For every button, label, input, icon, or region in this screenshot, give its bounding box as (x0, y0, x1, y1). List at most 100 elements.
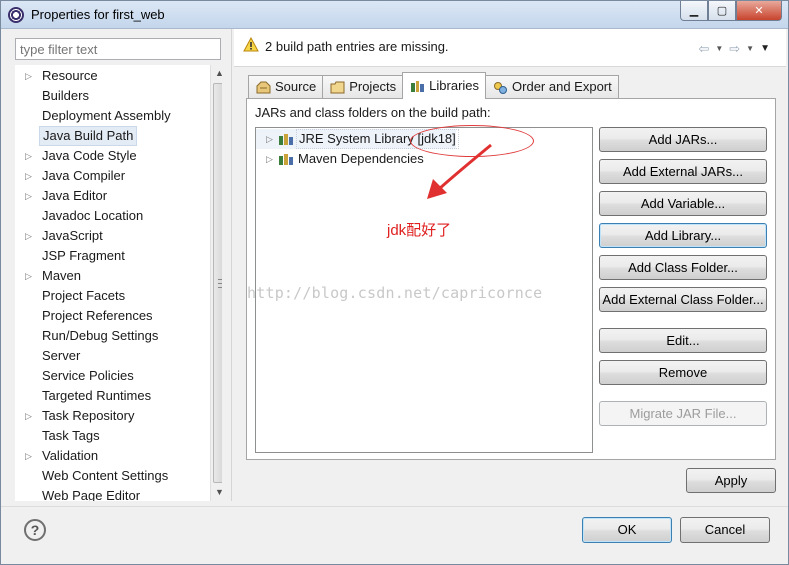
expand-arrow-icon[interactable]: ▷ (25, 446, 35, 466)
expand-arrow-icon[interactable]: ▷ (25, 146, 35, 166)
tree-item[interactable]: Server (15, 346, 207, 366)
add-external-class-folder-button[interactable]: Add External Class Folder... (599, 287, 767, 312)
add-class-folder-button[interactable]: Add Class Folder... (599, 255, 767, 280)
tree-item[interactable]: ▷ Java Compiler (15, 166, 207, 186)
tree-item[interactable]: JSP Fragment (15, 246, 207, 266)
window-title: Properties for first_web (31, 7, 165, 22)
tree-item-label: Web Content Settings (42, 468, 169, 483)
tree-item[interactable]: Targeted Runtimes (15, 386, 207, 406)
tab-order-and-export[interactable]: Order and Export (485, 75, 619, 99)
tree-item-label: Run/Debug Settings (42, 328, 159, 343)
order-export-icon (494, 82, 508, 94)
tree-item-label: Service Policies (42, 368, 134, 383)
tree-item[interactable]: ▷ Validation (15, 446, 207, 466)
filter-input[interactable] (15, 38, 221, 60)
properties-dialog: Properties for first_web ▁ ▢ ✕ Web Page … (0, 0, 789, 565)
cancel-button[interactable]: Cancel (680, 517, 770, 543)
library-entry-maven[interactable]: ▷ Maven Dependencies (256, 149, 436, 169)
back-dropdown-icon[interactable]: ▼ (715, 44, 723, 57)
expand-arrow-icon[interactable]: ▷ (25, 186, 35, 206)
build-path-tabs: Source Projects Libraries Order and Expo… (248, 72, 619, 99)
library-entry-label: Maven Dependencies (298, 151, 424, 166)
tree-item-label: Project References (42, 308, 153, 323)
expand-arrow-icon[interactable]: ▷ (25, 406, 35, 426)
message-bar: 2 build path entries are missing. ⇦ ▼ ⇨ … (234, 29, 786, 67)
tree-item-label: Resource (42, 68, 98, 83)
expand-arrow-icon[interactable]: ▷ (266, 149, 273, 169)
library-icon (279, 154, 293, 165)
close-button[interactable]: ✕ (736, 1, 782, 21)
tree-item[interactable]: ▷ Task Repository (15, 406, 207, 426)
tree-item[interactable]: Builders (15, 86, 207, 106)
annotation-text: jdk配好了 (387, 222, 452, 239)
tree-item-label: Deployment Assembly (42, 108, 171, 123)
tree-item[interactable]: ▷ JavaScript (15, 226, 207, 246)
property-page-tree: Web Page Editor Web Content Settings ▷ Vali… (15, 65, 222, 501)
tree-item-label: JSP Fragment (42, 248, 125, 263)
tree-item-label: Project Facets (42, 288, 126, 303)
message-text: 2 build path entries are missing. (265, 39, 449, 54)
tree-item[interactable]: Project Facets (15, 286, 207, 306)
title-bar: Properties for first_web ▁ ▢ ✕ (1, 1, 788, 29)
scroll-down-arrow-icon[interactable]: ▼ (211, 484, 222, 501)
scroll-thumb[interactable] (213, 83, 222, 483)
tree-item[interactable]: Java Build Path (15, 126, 207, 146)
tab-projects[interactable]: Projects (322, 75, 404, 99)
expand-arrow-icon[interactable]: ▷ (25, 266, 35, 286)
tree-item[interactable]: Web Content Settings (15, 466, 207, 486)
tree-item[interactable]: ▷ Java Code Style (15, 146, 207, 166)
forward-dropdown-icon[interactable]: ▼ (746, 44, 754, 57)
tree-item-label: Targeted Runtimes (42, 388, 152, 403)
libraries-icon (411, 81, 425, 92)
tree-item[interactable]: Javadoc Location (15, 206, 207, 226)
expand-arrow-icon[interactable]: ▷ (25, 226, 35, 246)
tree-item-label: Builders (42, 88, 89, 103)
migrate-jar-button: Migrate JAR File... (599, 401, 767, 426)
add-jars-button[interactable]: Add JARs... (599, 127, 767, 152)
expand-arrow-icon[interactable]: ▷ (266, 129, 273, 149)
apply-button[interactable]: Apply (686, 468, 776, 493)
splitter[interactable] (231, 29, 232, 501)
tree-item-label: Javadoc Location (42, 208, 144, 223)
tree-item[interactable]: Task Tags (15, 426, 207, 446)
tree-item-label: Task Repository (42, 408, 135, 423)
tree-item-label: Validation (42, 448, 99, 463)
tree-scrollbar[interactable]: ▲ ▼ (210, 65, 222, 501)
remove-button[interactable]: Remove (599, 360, 767, 385)
tree-item-label: Server (42, 348, 81, 363)
eclipse-icon (8, 7, 24, 23)
projects-icon (330, 81, 345, 94)
tree-item[interactable]: Service Policies (15, 366, 207, 386)
navigation-panel: Web Page Editor Web Content Settings ▷ Vali… (10, 35, 225, 503)
tree-item[interactable]: Run/Debug Settings (15, 326, 207, 346)
forward-arrow-icon[interactable]: ⇨ (729, 41, 740, 57)
add-library-button[interactable]: Add Library... (599, 223, 767, 248)
add-variable-button[interactable]: Add Variable... (599, 191, 767, 216)
warning-icon (243, 37, 259, 52)
tree-item-label: Maven (42, 268, 82, 283)
help-icon[interactable]: ? (24, 519, 46, 541)
tree-item[interactable]: ▷ Maven (15, 266, 207, 286)
window-controls: ▁ ▢ ✕ (680, 1, 782, 21)
maximize-button[interactable]: ▢ (708, 1, 736, 21)
tree-item-label: Java Compiler (42, 168, 126, 183)
add-external-jars-button[interactable]: Add External JARs... (599, 159, 767, 184)
tree-item-label: JavaScript (42, 228, 103, 243)
tab-libraries[interactable]: Libraries (402, 72, 487, 99)
expand-arrow-icon[interactable]: ▷ (25, 66, 35, 86)
tree-item[interactable]: Project References (15, 306, 207, 326)
edit-button[interactable]: Edit... (599, 328, 767, 353)
tree-item[interactable]: ▷ Resource (15, 66, 207, 86)
annotation-arrow-icon (427, 143, 492, 199)
tree-item[interactable]: ▷ Java Editor (15, 186, 207, 206)
ok-button[interactable]: OK (582, 517, 672, 543)
tree-item[interactable]: Web Page Editor (15, 486, 207, 501)
page-content: 2 build path entries are missing. ⇦ ▼ ⇨ … (234, 29, 786, 501)
tab-source[interactable]: Source (248, 75, 324, 99)
scroll-up-arrow-icon[interactable]: ▲ (211, 65, 222, 82)
tree-item[interactable]: Deployment Assembly (15, 106, 207, 126)
expand-arrow-icon[interactable]: ▷ (25, 166, 35, 186)
minimize-button[interactable]: ▁ (680, 1, 708, 21)
back-arrow-icon[interactable]: ⇦ (698, 41, 709, 57)
view-menu-icon[interactable]: ▼ (760, 43, 770, 57)
